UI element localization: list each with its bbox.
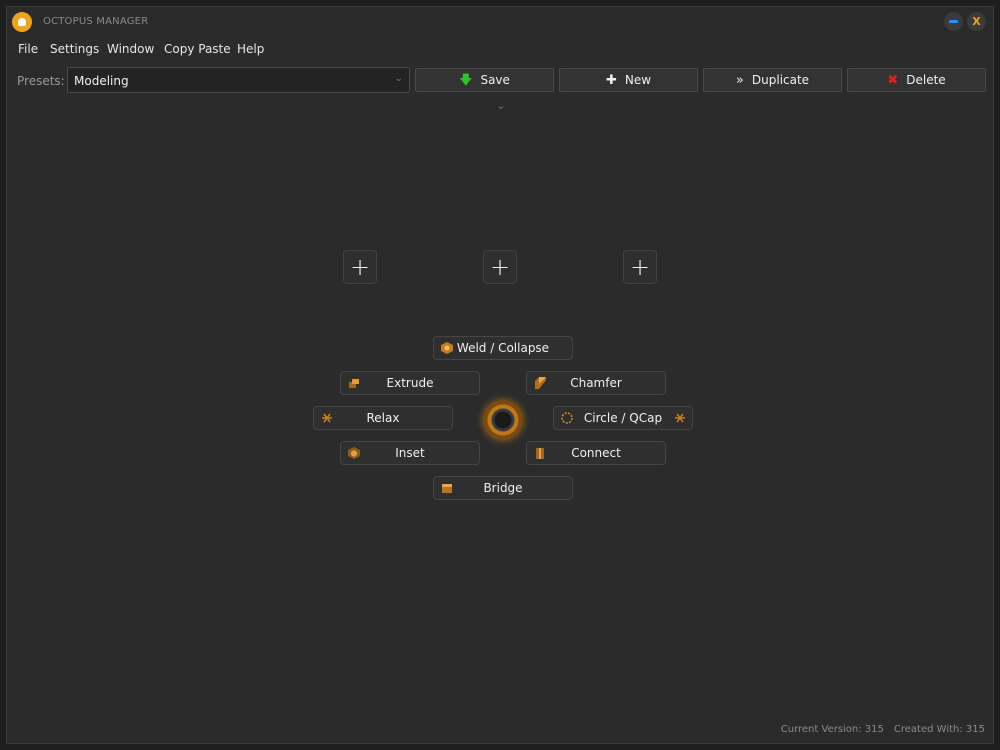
radial-center-hub[interactable] [483, 400, 523, 440]
weld-collapse-button[interactable]: Weld / Collapse [433, 336, 573, 360]
inset-button[interactable]: Inset [340, 441, 480, 465]
new-button[interactable]: ✚ New [559, 68, 698, 92]
circle-icon [561, 412, 573, 424]
bridge-label: Bridge [483, 481, 523, 495]
delete-x-icon: ✖ [887, 72, 899, 88]
minimize-button[interactable] [944, 12, 963, 31]
extrude-label: Extrude [386, 376, 434, 390]
double-chevron-icon: » [735, 72, 744, 88]
relax-icon [322, 413, 332, 423]
bridge-button[interactable]: Bridge [433, 476, 573, 500]
save-arrow-icon: 🡇 [459, 72, 473, 88]
chevron-down-icon: ⌄ [394, 73, 403, 84]
circle-qcap-button[interactable]: Circle / QCap [553, 406, 693, 430]
delete-button-label: Delete [906, 73, 946, 87]
add-slot-button[interactable]: + [623, 250, 657, 284]
new-button-label: New [624, 73, 652, 87]
menu-bar: File Settings Window Copy Paste Help [7, 37, 993, 61]
add-slot-button[interactable]: + [483, 250, 517, 284]
connect-icon [536, 448, 544, 459]
duplicate-button[interactable]: » Duplicate [703, 68, 842, 92]
relax-label: Relax [366, 411, 400, 425]
relax-button[interactable]: Relax [313, 406, 453, 430]
app-window: OCTOPUS MANAGER X File Settings Window C… [6, 6, 994, 744]
preset-selected-value: Modeling [74, 74, 129, 88]
inset-label: Inset [395, 446, 425, 460]
connect-label: Connect [571, 446, 621, 460]
presets-label: Presets: [17, 74, 65, 88]
chamfer-button[interactable]: Chamfer [526, 371, 666, 395]
close-button[interactable]: X [967, 12, 986, 31]
app-title: OCTOPUS MANAGER [43, 16, 149, 27]
chamfer-icon [535, 377, 546, 389]
duplicate-button-label: Duplicate [751, 73, 810, 87]
version-footer: Current Version: 315 Created With: 315 [781, 724, 985, 735]
qcap-icon [675, 413, 685, 423]
menu-copy-paste[interactable]: Copy Paste [164, 42, 231, 56]
connect-button[interactable]: Connect [526, 441, 666, 465]
current-version-text: Current Version: 315 [780, 724, 884, 735]
chamfer-label: Chamfer [570, 376, 622, 390]
preset-toolbar: Presets: Modeling ⌄ 🡇 Save ✚ New » Dupli… [7, 65, 993, 97]
delete-button[interactable]: ✖ Delete [847, 68, 986, 92]
weld-icon [441, 342, 453, 354]
preset-dropdown[interactable]: Modeling ⌄ [67, 67, 410, 93]
extrude-icon [349, 379, 359, 388]
menu-help[interactable]: Help [237, 42, 264, 56]
menu-file[interactable]: File [18, 42, 38, 56]
bridge-icon [442, 484, 452, 493]
weld-collapse-label: Weld / Collapse [456, 341, 550, 355]
created-with-text: Created With: 315 [893, 724, 985, 735]
save-button[interactable]: 🡇 Save [415, 68, 554, 92]
expand-chevron-icon[interactable]: ⌄ [494, 99, 508, 112]
menu-settings[interactable]: Settings [50, 42, 99, 56]
extrude-button[interactable]: Extrude [340, 371, 480, 395]
add-slot-button[interactable]: + [343, 250, 377, 284]
title-bar[interactable]: OCTOPUS MANAGER X [7, 7, 993, 37]
menu-window[interactable]: Window [107, 42, 154, 56]
plus-icon: ✚ [605, 72, 617, 88]
circle-qcap-label: Circle / QCap [583, 411, 663, 425]
inset-icon [348, 447, 360, 459]
octopus-logo-icon [12, 12, 32, 32]
save-button-label: Save [480, 73, 510, 87]
